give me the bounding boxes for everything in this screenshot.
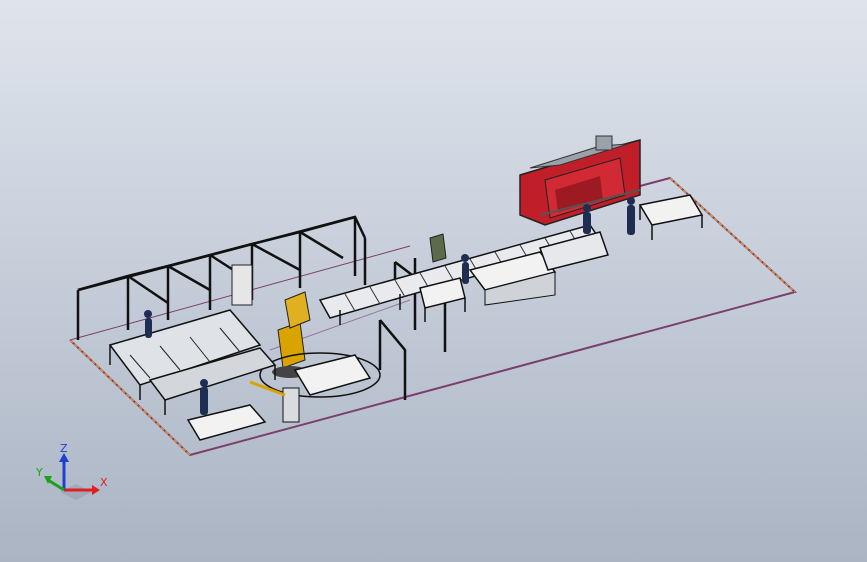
fixture-tables bbox=[108, 309, 277, 415]
roller-conveyor bbox=[318, 224, 602, 325]
floor-outline bbox=[69, 176, 798, 457]
control-cabinet bbox=[429, 233, 447, 263]
press-brake-machine bbox=[519, 135, 641, 226]
assembly-model-view[interactable] bbox=[0, 0, 867, 562]
xyz-orientation-triad-icon: X Z Y bbox=[35, 442, 108, 500]
unloading-table bbox=[638, 194, 704, 240]
cad-viewport[interactable]: X Z Y bbox=[0, 0, 867, 562]
axis-x-label: X bbox=[100, 476, 108, 489]
axis-z-label: Z bbox=[60, 442, 68, 455]
axis-y-label: Y bbox=[35, 466, 43, 479]
